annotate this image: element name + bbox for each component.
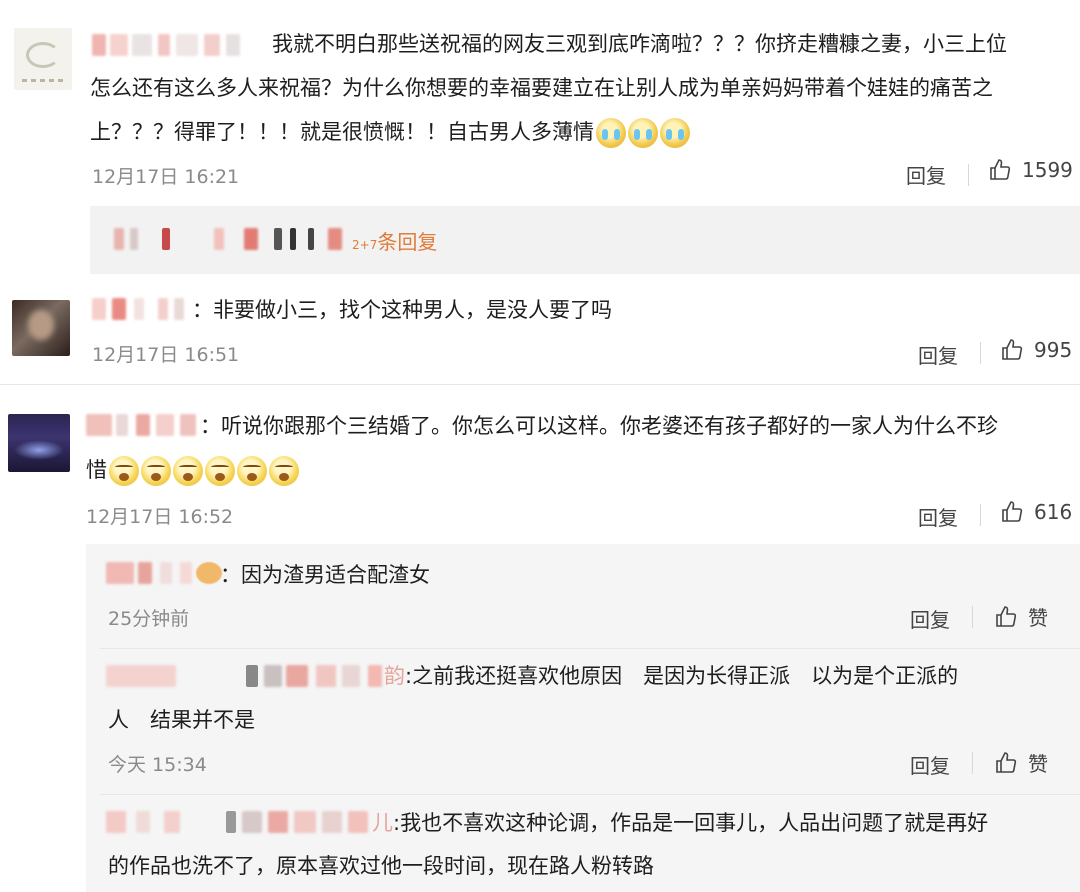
reply-name-tail: 韵 — [384, 664, 405, 688]
comment-body: 非要做小三，找个这种男人，是没人要了吗 — [213, 298, 612, 322]
username-pixelated[interactable] — [92, 298, 192, 320]
comment-text-tail: 惜 — [86, 458, 107, 482]
divider — [968, 164, 969, 186]
view-replies-link[interactable]: 2+7条回复 — [352, 226, 437, 255]
reply-username-pixelated[interactable] — [106, 562, 226, 584]
reply-button[interactable]: 回复 — [918, 502, 958, 531]
like-button[interactable]: 995 — [1000, 338, 1072, 362]
yawning-emoji-icon — [205, 456, 235, 486]
thumbs-up-icon — [996, 605, 1017, 627]
like-button[interactable]: 赞 — [994, 602, 1048, 631]
reply-count-label: 条回复 — [377, 230, 438, 254]
divider — [980, 342, 981, 364]
thumbs-up-icon — [1002, 501, 1023, 522]
comment-time: 12月17日 16:51 — [92, 344, 240, 366]
reply-button[interactable]: 回复 — [918, 340, 958, 369]
comment-time: 12月17日 16:21 — [92, 166, 240, 188]
thumbs-up-icon — [996, 751, 1017, 773]
yawning-emoji-icon — [237, 456, 267, 486]
reply-divider — [100, 794, 1080, 795]
like-count: 616 — [1034, 500, 1073, 524]
reply-username-pixelated[interactable] — [106, 811, 376, 833]
comment-text-last: 上？？？得罪了！！！就是很愤慨！！自古男人多薄情 — [90, 112, 690, 152]
comment-body: 听说你跟那个三结婚了。你怎么可以这样。你老婆还有孩子都好的一家人为什么不珍 — [221, 414, 998, 438]
reply-divider — [100, 648, 1080, 649]
reply-count: 2+7 — [352, 238, 378, 252]
like-count: 1599 — [1022, 158, 1073, 182]
yawning-emoji-icon — [173, 456, 203, 486]
reply-name-tail: 儿 — [372, 811, 393, 835]
reply-text: 儿:我也不喜欢这种论调，作品是一回事儿，人品出问题了就是再好 — [372, 803, 988, 843]
reply-text: ：因为渣男适合配渣女 — [220, 563, 430, 587]
avatar[interactable] — [8, 414, 70, 472]
reply-text: 韵:之前我还挺喜欢他原因 是因为长得正派 以为是个正派的 — [384, 656, 958, 696]
thumbs-up-icon — [990, 159, 1011, 180]
like-button[interactable]: 616 — [1000, 500, 1072, 524]
divider — [980, 504, 981, 526]
comment-text: 怎么还有这么多人来祝福？为什么你想要的幸福要建立在让别人成为单亲妈妈带着个娃娃的… — [90, 76, 993, 100]
comment-time: 12月17日 16:52 — [86, 506, 234, 528]
reply-time: 今天 15:34 — [108, 754, 207, 776]
comment-text: ：听说你跟那个三结婚了。你怎么可以这样。你老婆还有孩子都好的一家人为什么不珍 — [200, 406, 998, 446]
like-button[interactable]: 1599 — [988, 158, 1073, 182]
like-label: 赞 — [1028, 752, 1048, 776]
like-count: 995 — [1034, 338, 1073, 362]
crying-emoji-icon — [596, 118, 626, 148]
reply-users-pixelated — [114, 228, 354, 250]
divider — [972, 606, 973, 628]
crying-emoji-icon — [660, 118, 690, 148]
reply-button[interactable]: 回复 — [906, 160, 946, 189]
comment-text: 我就不明白那些送祝福的网友三观到底咋滴啦？？？你挤走糟糠之妻，小三上位 — [272, 32, 1007, 56]
avatar[interactable] — [12, 300, 70, 356]
reply-text: 人 结果并不是 — [108, 708, 255, 732]
reply-username-pixelated[interactable] — [106, 665, 386, 687]
divider — [972, 752, 973, 774]
avatar[interactable] — [14, 28, 72, 90]
comment-text-last: 惜 — [86, 450, 299, 490]
yawning-emoji-icon — [109, 456, 139, 486]
thumbs-up-icon — [1002, 339, 1023, 360]
reply-body: :我也不喜欢这种论调，作品是一回事儿，人品出问题了就是再好 — [393, 811, 989, 835]
username-pixelated[interactable] — [86, 414, 200, 436]
username-pixelated[interactable] — [92, 34, 252, 56]
reply-body: :之前我还挺喜欢他原因 是因为长得正派 以为是个正派的 — [405, 664, 959, 688]
colon: ： — [200, 414, 221, 438]
comment-text-tail: 上？？？得罪了！！！就是很愤慨！！自古男人多薄情 — [90, 120, 594, 144]
yawning-emoji-icon — [269, 456, 299, 486]
like-button[interactable]: 赞 — [994, 748, 1048, 777]
yawning-emoji-icon — [141, 456, 171, 486]
like-label: 赞 — [1028, 606, 1048, 630]
reply-button[interactable]: 回复 — [910, 750, 950, 779]
reply-button[interactable]: 回复 — [910, 604, 950, 633]
reply-text: 的作品也洗不了，原本喜欢过他一段时间，现在路人粉转路 — [108, 854, 654, 878]
colon: ： — [192, 298, 213, 322]
comment-text: ：非要做小三，找个这种男人，是没人要了吗 — [192, 290, 612, 330]
crying-emoji-icon — [628, 118, 658, 148]
comment-divider — [0, 384, 1080, 385]
reply-time: 25分钟前 — [108, 608, 190, 630]
